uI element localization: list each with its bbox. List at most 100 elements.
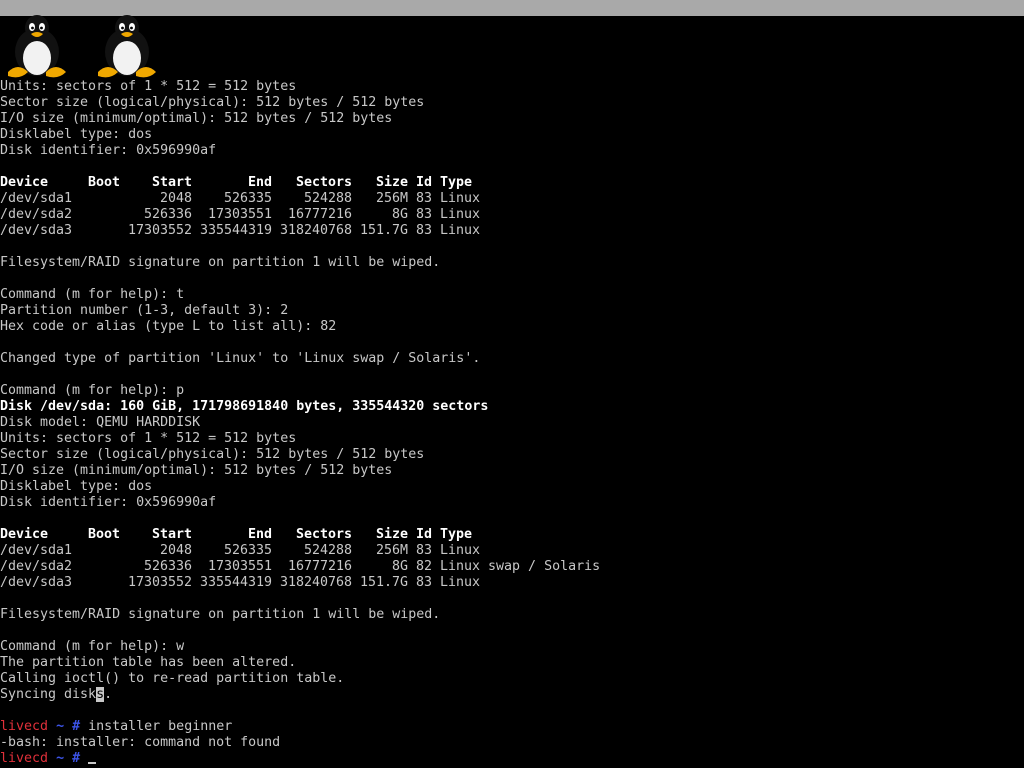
cell-device: /dev/sda2 <box>0 559 73 574</box>
cell-size: 256M <box>375 543 408 558</box>
wipe-note: Filesystem/RAID signature on partition 1… <box>0 255 441 270</box>
header-sectors: Sectors <box>296 175 353 190</box>
header-id: Id <box>416 527 433 542</box>
syncing-period: . <box>104 687 113 702</box>
partition-row: /dev/sda2 526336 17303551 16777216 8G 83 Linux <box>0 207 1024 223</box>
header-size: Size <box>376 527 409 542</box>
header-start: Start <box>152 527 193 542</box>
units-line: Units: sectors of 1 * 512 = 512 bytes <box>0 79 297 94</box>
partition-row: /dev/sda3 17303552 335544319 318240768 151.7… <box>0 223 1024 239</box>
cell-id: 83 <box>416 223 433 238</box>
syncing-line: Syncing disks. <box>0 687 1024 703</box>
cell-sectors: 318240768 <box>279 223 352 238</box>
prompt-host: livecd <box>0 719 49 734</box>
disklabel-line-2: Disklabel type: dos <box>0 479 153 494</box>
cell-start: 17303552 <box>127 575 192 590</box>
disklabel-line: Disklabel type: dos <box>0 127 153 142</box>
partition-row: /dev/sda3 17303552 335544319 318240768 151.7… <box>0 575 1024 591</box>
command-w: Command (m for help): w <box>0 639 185 654</box>
command-t: Command (m for help): t <box>0 287 185 302</box>
disk-identifier-line: Disk identifier: 0x596990af <box>0 143 217 158</box>
cell-size: 151.7G <box>359 223 408 238</box>
wipe-note-2: Filesystem/RAID signature on partition 1… <box>0 607 441 622</box>
table-header-2: Device Boot Start End Sectors Size Id Ty… <box>0 527 1024 543</box>
units-line-2: Units: sectors of 1 * 512 = 512 bytes <box>0 431 297 446</box>
cell-size: 256M <box>375 191 408 206</box>
cell-id: 83 <box>416 207 433 222</box>
header-device: Device <box>0 175 49 190</box>
partition-row: /dev/sda2 526336 17303551 16777216 8G 82 Linux… <box>0 559 1024 575</box>
cell-type: Linux <box>440 223 481 238</box>
prompt-symbol: # <box>72 751 81 766</box>
io-size-line-2: I/O size (minimum/optimal): 512 bytes / … <box>0 463 393 478</box>
cell-device: /dev/sda3 <box>0 223 73 238</box>
cell-end: 526335 <box>223 191 272 206</box>
partition-row: /dev/sda1 2048 526335 524288 256M 83 Linux <box>0 543 1024 559</box>
prompt-line-2[interactable]: livecd ~ # <box>0 751 1024 767</box>
sector-size-line: Sector size (logical/physical): 512 byte… <box>0 95 425 110</box>
ioctl-line: Calling ioctl() to re-read partition tab… <box>0 671 345 686</box>
cell-device: /dev/sda1 <box>0 191 73 206</box>
cell-sectors: 318240768 <box>279 575 352 590</box>
cell-size: 8G <box>391 207 408 222</box>
cell-device: /dev/sda3 <box>0 575 73 590</box>
cell-type: Linux <box>440 543 481 558</box>
io-size-line: I/O size (minimum/optimal): 512 bytes / … <box>0 111 393 126</box>
header-id: Id <box>416 175 433 190</box>
tux-icon <box>4 14 70 80</box>
header-type: Type <box>440 527 473 542</box>
cell-type: Linux <box>440 575 481 590</box>
disk-summary-line: Disk /dev/sda: 160 GiB, 171798691840 byt… <box>0 399 489 414</box>
cell-start: 526336 <box>143 559 192 574</box>
header-type: Type <box>440 175 473 190</box>
cell-sectors: 16777216 <box>287 559 352 574</box>
disk-identifier-line-2: Disk identifier: 0x596990af <box>0 495 217 510</box>
cell-id: 83 <box>416 191 433 206</box>
cell-type: Linux swap / Solaris <box>440 559 601 574</box>
cell-size: 8G <box>391 559 408 574</box>
cell-type: Linux <box>440 191 481 206</box>
cell-id: 83 <box>416 543 433 558</box>
prompt-host: livecd <box>0 751 49 766</box>
cell-start: 2048 <box>159 543 192 558</box>
cell-id: 82 <box>416 559 433 574</box>
input-cursor[interactable] <box>88 762 97 764</box>
cell-id: 83 <box>416 575 433 590</box>
header-sectors: Sectors <box>296 527 353 542</box>
partition-number-line: Partition number (1-3, default 3): 2 <box>0 303 289 318</box>
prompt-line-1: livecd ~ # installer beginner <box>0 719 1024 735</box>
command-p: Command (m for help): p <box>0 383 185 398</box>
typed-command: installer beginner <box>88 719 233 734</box>
cell-end: 17303551 <box>207 559 272 574</box>
header-end: End <box>248 527 273 542</box>
prompt-symbol: # <box>72 719 81 734</box>
cell-end: 526335 <box>223 543 272 558</box>
terminal-output: Units: sectors of 1 * 512 = 512 bytes Se… <box>0 79 1024 768</box>
cell-device: /dev/sda1 <box>0 543 73 558</box>
cell-device: /dev/sda2 <box>0 207 73 222</box>
hex-code-line: Hex code or alias (type L to list all): … <box>0 319 337 334</box>
changed-type-line: Changed type of partition 'Linux' to 'Li… <box>0 351 481 366</box>
header-end: End <box>248 175 273 190</box>
prompt-path: ~ <box>56 751 65 766</box>
cell-start: 526336 <box>143 207 192 222</box>
disk-model-line: Disk model: QEMU HARDDISK <box>0 415 201 430</box>
tux-icon <box>94 14 160 80</box>
sector-size-line-2: Sector size (logical/physical): 512 byte… <box>0 447 425 462</box>
table-header: Device Boot Start End Sectors Size Id Ty… <box>0 175 1024 191</box>
cell-size: 151.7G <box>359 575 408 590</box>
table-altered-line: The partition table has been altered. <box>0 655 297 670</box>
syncing-text: Syncing disk <box>0 687 97 702</box>
cell-end: 335544319 <box>199 223 272 238</box>
cell-end: 17303551 <box>207 207 272 222</box>
bash-error-line: -bash: installer: command not found <box>0 735 281 750</box>
header-boot: Boot <box>88 175 121 190</box>
cell-sectors: 16777216 <box>287 207 352 222</box>
cell-start: 2048 <box>159 191 192 206</box>
cell-start: 17303552 <box>127 223 192 238</box>
prompt-path: ~ <box>56 719 65 734</box>
header-size: Size <box>376 175 409 190</box>
header-device: Device <box>0 527 49 542</box>
partition-row: /dev/sda1 2048 526335 524288 256M 83 Linux <box>0 191 1024 207</box>
cell-end: 335544319 <box>199 575 272 590</box>
